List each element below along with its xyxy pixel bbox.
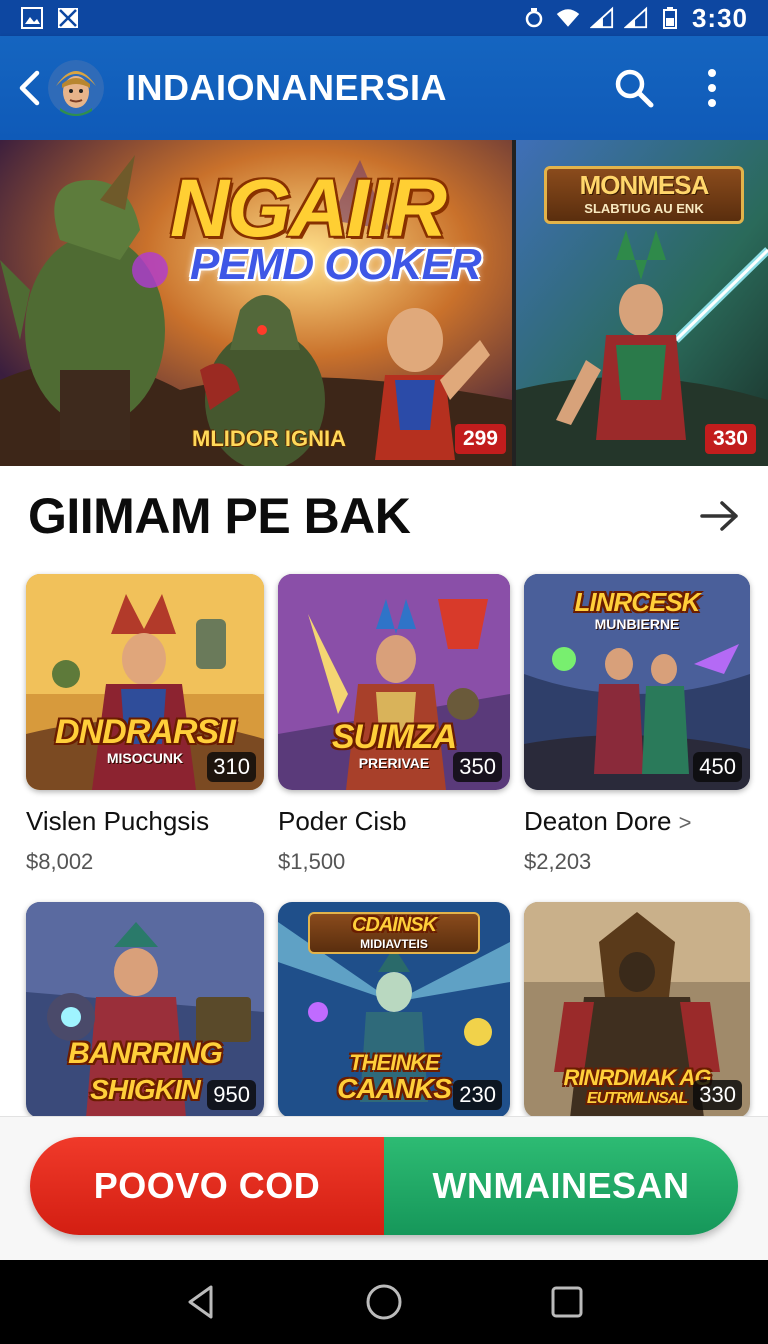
back-arrow-icon[interactable] [12, 58, 46, 118]
game-card-image[interactable]: SUIMZA PRERIVAE 350 [278, 574, 510, 790]
game-card-badge: 350 [453, 752, 502, 782]
chevron-right-icon: > [678, 810, 692, 835]
primary-action-button[interactable]: POOVO COD [30, 1137, 384, 1235]
game-card-badge: 310 [207, 752, 256, 782]
search-icon[interactable] [612, 66, 656, 110]
app-title: INDAIONANERSIA [126, 67, 448, 108]
alarm-icon [522, 6, 546, 30]
game-card-image[interactable]: CDAINSK MIDIAVTEIS THEINKE CAANKS 230 [278, 902, 510, 1118]
game-card-logo-top-sub: MIDIAVTEIS [360, 937, 428, 951]
game-card[interactable]: LINRCESK MUNBIERNE 450 Deaton Dore > $2,… [524, 574, 750, 875]
status-bar: 3:30 [0, 0, 768, 36]
game-card[interactable]: DNDRARSII MISOCUNK 310 Vislen Puchgsis $… [26, 574, 264, 875]
cell-signal-icon [589, 6, 614, 30]
nav-back-icon[interactable] [171, 1272, 231, 1332]
section-title: GIIMAM PE BAK [28, 488, 411, 544]
game-card-logo: DNDRARSII [55, 713, 236, 751]
game-card-image[interactable]: BANRRING SHIGKIN 950 [26, 902, 264, 1118]
hero-main-price-badge: 299 [454, 424, 506, 454]
app-bar: INDAIONANERSIA [0, 36, 768, 140]
system-nav-bar [0, 1260, 768, 1344]
game-card-image[interactable]: LINRCESK MUNBIERNE 450 [524, 574, 750, 790]
game-card-image[interactable]: RINRDMAK AG EUTRMLNSAL 330 [524, 902, 750, 1118]
game-card-name-text: Deaton Dore [524, 806, 672, 836]
game-card-logo: LINRCESK [574, 587, 701, 617]
nav-recents-icon[interactable] [537, 1272, 597, 1332]
wifi-icon [556, 6, 580, 30]
cta-button-group: POOVO COD WNMAINESAN [30, 1137, 738, 1235]
game-card-logo: SUIMZA [331, 718, 457, 756]
hero-carousel: NGAIIR PEMD OOKER MLIDOR IGNIA 299 MONME… [0, 140, 768, 466]
game-card-logo: THEINKE [349, 1050, 440, 1075]
game-card[interactable]: CDAINSK MIDIAVTEIS THEINKE CAANKS 230 [278, 902, 510, 1118]
battery-icon [658, 6, 682, 30]
hero-main-subtitle: PEMD OOKER [190, 240, 482, 289]
game-card-image[interactable]: DNDRARSII MISOCUNK 310 [26, 574, 264, 790]
game-card-badge: 950 [207, 1080, 256, 1110]
game-card[interactable]: BANRRING SHIGKIN 950 [26, 902, 264, 1118]
game-card-logo-top: CDAINSK [351, 914, 437, 936]
cell-signal-icon [623, 6, 648, 30]
game-card-logo-sub: MUNBIERNE [594, 616, 680, 632]
game-card-badge: 450 [693, 752, 742, 782]
game-card-name[interactable]: Deaton Dore > [524, 806, 750, 837]
game-card-price: $1,500 [278, 849, 346, 874]
hero-side-price-badge: 330 [704, 424, 756, 454]
notification-image-icon [20, 6, 44, 30]
game-card-name[interactable]: Vislen Puchgsis [26, 806, 264, 837]
hero-side-title: MONMESA [579, 170, 710, 200]
game-card-badge: 330 [693, 1080, 742, 1110]
arrow-right-icon[interactable] [696, 492, 744, 540]
game-card-price: $8,002 [26, 849, 94, 874]
more-vert-icon[interactable] [690, 66, 734, 110]
section-header: GIIMAM PE BAK [28, 480, 744, 552]
hero-banner-main[interactable]: NGAIIR PEMD OOKER MLIDOR IGNIA 299 [0, 140, 512, 466]
notification-mail-icon [56, 6, 80, 30]
game-card-logo: BANRRING [68, 1037, 223, 1070]
game-card[interactable]: RINRDMAK AG EUTRMLNSAL 330 [524, 902, 750, 1118]
game-card[interactable]: SUIMZA PRERIVAE 350 Poder Cisb $1,500 [278, 574, 510, 875]
game-card-name[interactable]: Poder Cisb [278, 806, 510, 837]
hero-banner-side[interactable]: MONMESA SLABTIUG AU ENK 330 [516, 140, 768, 466]
game-card-badge: 230 [453, 1080, 502, 1110]
hero-side-subtitle: SLABTIUG AU ENK [584, 201, 704, 216]
hero-side-title-plate: MONMESA SLABTIUG AU ENK [544, 166, 744, 224]
secondary-action-button[interactable]: WNMAINESAN [384, 1137, 738, 1235]
nav-home-icon[interactable] [354, 1272, 414, 1332]
app-avatar[interactable] [48, 60, 104, 116]
game-card-price: $2,203 [524, 849, 592, 874]
cta-bar: POOVO COD WNMAINESAN [0, 1116, 768, 1260]
status-time: 3:30 [691, 2, 748, 33]
hero-main-caption: MLIDOR IGNIA [192, 426, 346, 451]
